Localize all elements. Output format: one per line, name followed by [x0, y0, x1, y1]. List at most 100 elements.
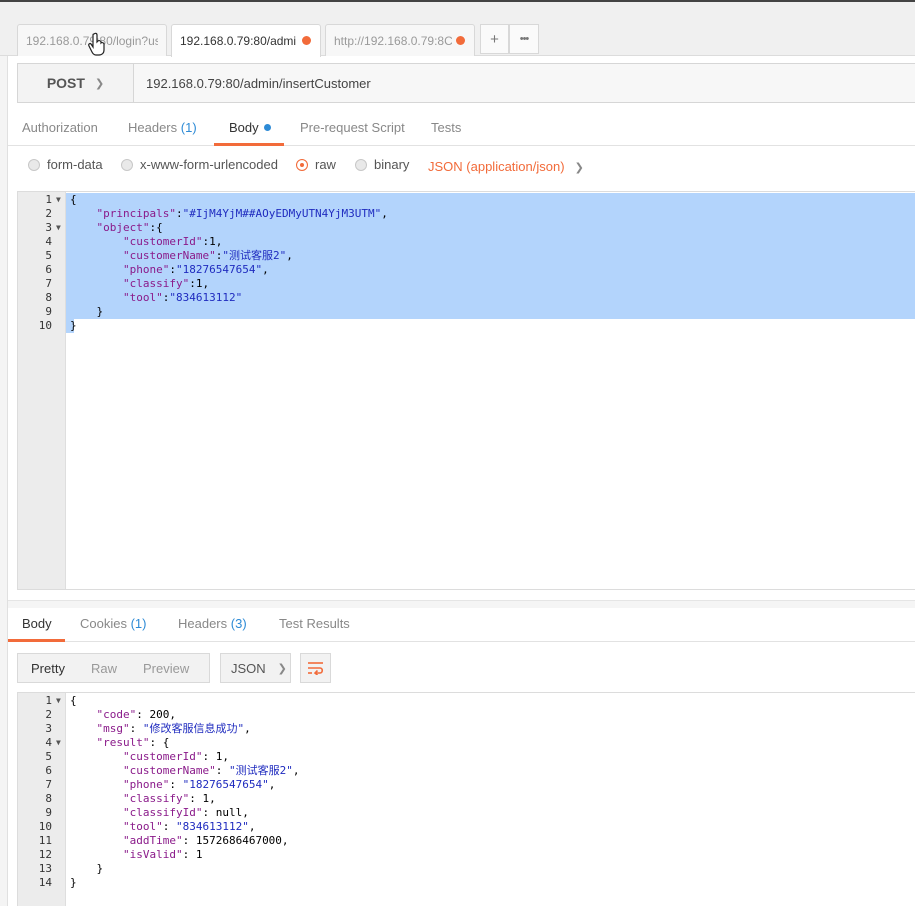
view-pretty-button[interactable]: Pretty — [18, 661, 78, 676]
response-format-select[interactable]: JSON ❯ — [220, 653, 291, 683]
code-line: 7 "classify":1, — [18, 277, 915, 291]
line-number: 4 — [45, 235, 52, 248]
code-line: 2 "code": 200, — [18, 708, 915, 722]
line-number: 2 — [45, 207, 52, 220]
code-line: 11 "addTime": 1572686467000, — [18, 834, 915, 848]
request-url-bar: POST ❯ 192.168.0.79:80/admin/insertCusto… — [17, 63, 915, 103]
code-line: 1 ▼ { — [18, 694, 915, 708]
request-tabs: Authorization Headers (1) Body Pre-reque… — [8, 112, 915, 146]
code-line: 6 "phone":"18276547654", — [18, 263, 915, 277]
code-line: 10 "tool": "834613112", — [18, 820, 915, 834]
code-text: } — [70, 862, 104, 875]
line-number: 9 — [45, 305, 52, 318]
code-line: 4 "customerId":1, — [18, 235, 915, 249]
headers-count-badge: (1) — [180, 120, 197, 135]
tab-authorization-label: Authorization — [22, 120, 98, 135]
line-number: 1 — [45, 694, 52, 707]
request-tab-admin[interactable]: 192.168.0.79:80/admi — [171, 24, 321, 57]
code-line: 1 ▼ { — [18, 193, 915, 207]
code-text: "principals":"#IjM4YjM##AOyEDMyUTN4YjM3U… — [96, 207, 388, 220]
tab-cookies[interactable]: Cookies (1) — [80, 616, 146, 631]
line-number: 6 — [45, 764, 52, 777]
code-text: "customerId": 1, — [122, 750, 229, 763]
body-type-options: form-data x-www-form-urlencoded raw bina… — [8, 148, 915, 184]
response-headers-count-badge: (3) — [230, 616, 247, 631]
code-text: "classifyId": null, — [122, 806, 249, 819]
wrap-lines-button[interactable] — [300, 653, 331, 683]
radio-form-data[interactable]: form-data — [28, 157, 103, 172]
tab-tests[interactable]: Tests — [431, 120, 461, 135]
code-text: { — [70, 193, 77, 206]
fold-arrow-icon[interactable]: ▼ — [56, 736, 61, 750]
code-text: "customerName": "测试客服2", — [122, 764, 300, 777]
tab-body-label: Body — [229, 120, 259, 135]
line-number: 11 — [38, 834, 52, 847]
code-line: 6 "customerName": "测试客服2", — [18, 764, 915, 778]
hand-cursor-icon — [88, 32, 105, 56]
tab-tests-label: Tests — [431, 120, 462, 135]
method-select[interactable]: POST ❯ — [18, 64, 134, 102]
code-text: "object":{ — [96, 221, 163, 234]
code-text: } — [70, 876, 77, 889]
code-text: "addTime": 1572686467000, — [122, 834, 289, 847]
tab-options-button[interactable]: ••• — [509, 24, 539, 54]
radio-label: x-www-form-urlencoded — [140, 157, 278, 172]
code-text: "customerId":1, — [122, 235, 223, 248]
code-text: "tool":"834613112" — [122, 291, 243, 304]
pane-divider[interactable] — [8, 600, 915, 608]
radio-selected-icon — [296, 158, 308, 171]
fold-arrow-icon[interactable]: ▼ — [56, 221, 61, 235]
line-number: 2 — [45, 708, 52, 721]
line-number: 1 — [45, 193, 52, 206]
line-number: 5 — [45, 249, 52, 262]
code-line: 4 ▼ "result": { — [18, 736, 915, 750]
radio-circle-icon — [121, 158, 133, 171]
response-body-viewer[interactable]: 1 ▼{2 "code": 200, 3 "msg": "修改客服信息成功", 4 ▼ … — [17, 692, 915, 906]
line-number: 14 — [38, 876, 52, 889]
tab-prerequest-script[interactable]: Pre-request Script — [300, 120, 405, 135]
url-input[interactable]: 192.168.0.79:80/admin/insertCustomer — [134, 64, 915, 102]
radio-label: binary — [374, 157, 410, 172]
radio-circle-icon — [355, 158, 367, 171]
new-tab-button[interactable]: + — [480, 24, 509, 54]
view-preview-button[interactable]: Preview — [130, 661, 202, 676]
code-line: 3 ▼ "object":{ — [18, 221, 915, 235]
tab-test-results[interactable]: Test Results — [279, 616, 350, 631]
request-tab-http[interactable]: http://192.168.0.79:8C — [325, 24, 475, 56]
code-line: 5 "customerId": 1, — [18, 750, 915, 764]
radio-binary[interactable]: binary — [355, 157, 409, 172]
tab-body[interactable]: Body — [229, 120, 271, 135]
line-number: 13 — [38, 862, 52, 875]
tab-headers[interactable]: Headers (1) — [128, 120, 197, 135]
fold-arrow-icon[interactable]: ▼ — [56, 694, 61, 708]
tab-test-results-label: Test Results — [279, 616, 350, 631]
line-number: 10 — [38, 820, 52, 833]
line-number: 7 — [45, 277, 52, 290]
tab-label: http://192.168.0.79:8C — [334, 33, 452, 48]
code-text: "phone":"18276547654", — [122, 263, 269, 276]
tab-response-headers[interactable]: Headers (3) — [178, 616, 247, 631]
chevron-down-icon: ❯ — [574, 162, 584, 174]
code-text: } — [70, 319, 77, 332]
radio-urlencoded[interactable]: x-www-form-urlencoded — [121, 157, 278, 172]
line-number: 7 — [45, 778, 52, 791]
fold-arrow-icon[interactable]: ▼ — [56, 193, 61, 207]
code-line: 13 } — [18, 862, 915, 876]
line-number: 10 — [38, 319, 52, 332]
tab-response-body[interactable]: Body — [22, 616, 52, 631]
radio-raw[interactable]: raw — [296, 157, 336, 172]
request-body-editor[interactable]: 1 ▼ {2 "principals":"#IjM4YjM##AOyEDMyUTN4… — [17, 191, 915, 590]
tab-authorization[interactable]: Authorization — [22, 120, 98, 135]
chevron-down-icon: ❯ — [277, 662, 287, 675]
code-text: "msg": "修改客服信息成功", — [96, 722, 251, 735]
tab-cookies-label: Cookies — [80, 616, 127, 631]
content-type-select[interactable]: JSON (application/json) ❯ — [428, 159, 584, 174]
sidebar-edge — [0, 56, 8, 906]
cookies-count-badge: (1) — [130, 616, 147, 631]
method-label: POST — [46, 75, 85, 91]
body-modified-dot-icon — [263, 124, 271, 131]
wrap-icon — [307, 662, 323, 675]
content-type-label: JSON (application/json) — [428, 159, 565, 174]
tab-response-body-label: Body — [22, 616, 52, 631]
view-raw-button[interactable]: Raw — [78, 661, 130, 676]
